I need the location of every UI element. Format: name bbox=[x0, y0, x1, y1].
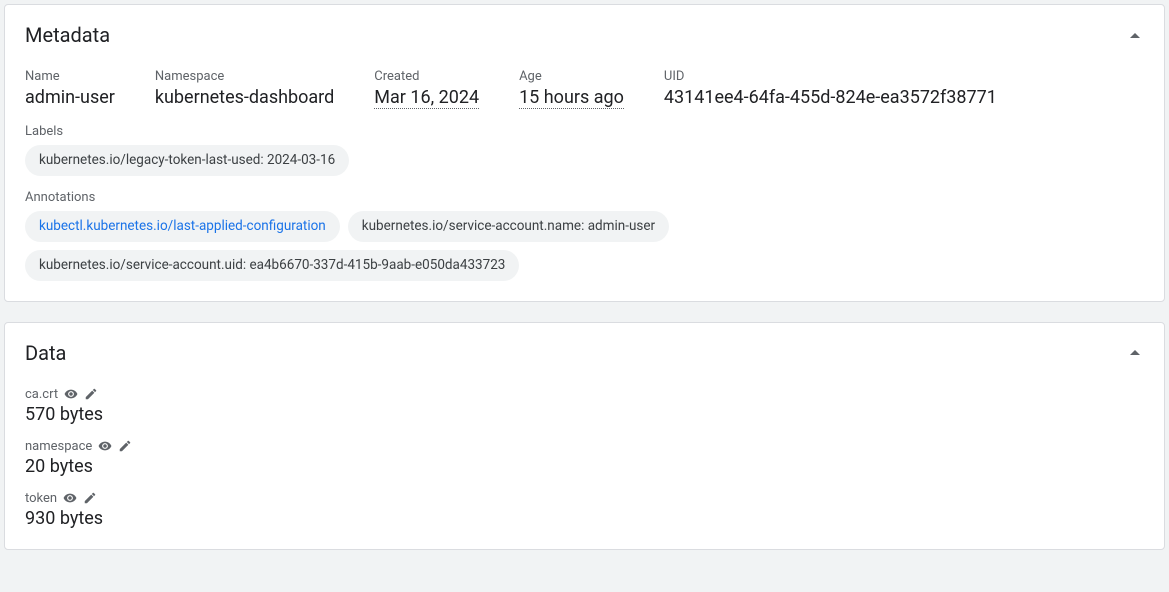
metadata-card: Metadata Name admin-user Namespace kuber… bbox=[4, 4, 1165, 302]
created-value[interactable]: Mar 16, 2024 bbox=[374, 87, 479, 108]
labels-chips: kubernetes.io/legacy-token-last-used: 20… bbox=[25, 145, 1144, 176]
data-value: 930 bytes bbox=[25, 508, 1144, 529]
eye-icon[interactable] bbox=[64, 387, 78, 401]
eye-icon[interactable] bbox=[63, 491, 77, 505]
edit-icon[interactable] bbox=[83, 491, 97, 505]
annotation-chip: kubernetes.io/service-account.uid: ea4b6… bbox=[25, 250, 519, 281]
data-item: token 930 bytes bbox=[25, 491, 1144, 529]
field-age: Age 15 hours ago bbox=[519, 69, 624, 108]
collapse-up-icon[interactable] bbox=[1130, 33, 1140, 38]
data-key: namespace bbox=[25, 439, 92, 454]
uid-value: 43141ee4-64fa-455d-824e-ea3572f38771 bbox=[664, 87, 997, 108]
edit-icon[interactable] bbox=[118, 439, 132, 453]
namespace-value: kubernetes-dashboard bbox=[155, 87, 334, 108]
field-namespace: Namespace kubernetes-dashboard bbox=[155, 69, 334, 108]
edit-icon[interactable] bbox=[84, 387, 98, 401]
created-value-text: Mar 16, 2024 bbox=[374, 87, 479, 109]
data-title: Data bbox=[25, 341, 66, 365]
labels-heading: Labels bbox=[25, 124, 1144, 139]
data-item: ca.crt 570 bytes bbox=[25, 387, 1144, 425]
age-value[interactable]: 15 hours ago bbox=[519, 87, 624, 108]
uid-label: UID bbox=[664, 69, 997, 84]
name-value: admin-user bbox=[25, 87, 115, 108]
data-item-head: token bbox=[25, 491, 1144, 506]
data-item-head: namespace bbox=[25, 439, 1144, 454]
data-key: ca.crt bbox=[25, 387, 58, 402]
data-card: Data ca.crt 570 bytes namespace 20 bytes… bbox=[4, 322, 1165, 550]
field-name: Name admin-user bbox=[25, 69, 115, 108]
age-value-text: 15 hours ago bbox=[519, 87, 624, 109]
field-created: Created Mar 16, 2024 bbox=[374, 69, 479, 108]
annotations-section: Annotations kubectl.kubernetes.io/last-a… bbox=[25, 190, 1144, 281]
metadata-card-header: Metadata bbox=[25, 23, 1144, 47]
created-label: Created bbox=[374, 69, 479, 84]
metadata-title: Metadata bbox=[25, 23, 110, 47]
data-items: ca.crt 570 bytes namespace 20 bytes toke… bbox=[25, 387, 1144, 529]
data-value: 20 bytes bbox=[25, 456, 1144, 477]
annotations-heading: Annotations bbox=[25, 190, 1144, 205]
data-card-header: Data bbox=[25, 341, 1144, 365]
data-value: 570 bytes bbox=[25, 404, 1144, 425]
annotations-chips: kubectl.kubernetes.io/last-applied-confi… bbox=[25, 211, 1144, 281]
name-label: Name bbox=[25, 69, 115, 84]
eye-icon[interactable] bbox=[98, 439, 112, 453]
label-chip: kubernetes.io/legacy-token-last-used: 20… bbox=[25, 145, 349, 176]
labels-section: Labels kubernetes.io/legacy-token-last-u… bbox=[25, 124, 1144, 176]
annotation-chip[interactable]: kubectl.kubernetes.io/last-applied-confi… bbox=[25, 211, 340, 242]
age-label: Age bbox=[519, 69, 624, 84]
namespace-label: Namespace bbox=[155, 69, 334, 84]
data-item: namespace 20 bytes bbox=[25, 439, 1144, 477]
data-key: token bbox=[25, 491, 57, 506]
collapse-up-icon[interactable] bbox=[1130, 350, 1140, 355]
metadata-fields: Name admin-user Namespace kubernetes-das… bbox=[25, 69, 1144, 108]
annotation-chip: kubernetes.io/service-account.name: admi… bbox=[348, 211, 669, 242]
data-item-head: ca.crt bbox=[25, 387, 1144, 402]
field-uid: UID 43141ee4-64fa-455d-824e-ea3572f38771 bbox=[664, 69, 997, 108]
